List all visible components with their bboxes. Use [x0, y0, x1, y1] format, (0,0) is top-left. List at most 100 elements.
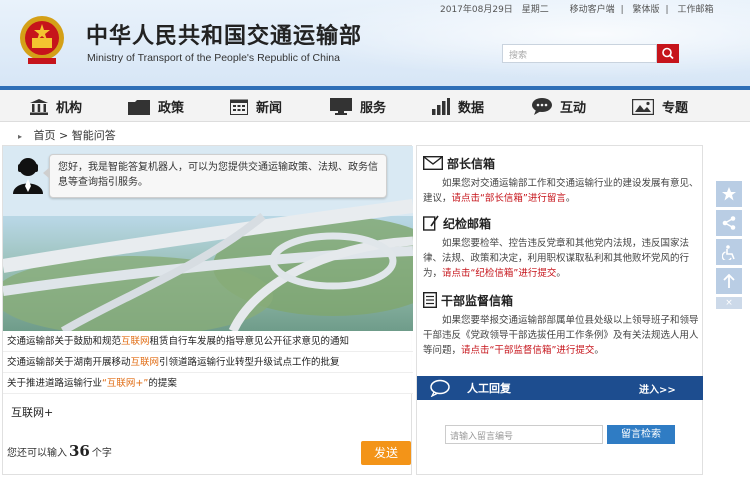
section-title: 纪检邮箱: [423, 214, 701, 232]
traditional-chinese-link[interactable]: 繁体版: [633, 5, 660, 15]
cadre-mailbox-section: 干部监督信箱 如果您要举报交通运输部部属单位县处级以上领导班子和领导干部违反《党…: [423, 291, 701, 358]
discipline-mailbox-section: 纪检邮箱 如果您要检举、控告违反党章和其他党内法规，违反国家法律、法规、政策和决…: [423, 214, 701, 281]
nav-item-topics[interactable]: 专题: [632, 97, 688, 116]
nav-label: 服务: [360, 101, 387, 116]
nav-label: 新闻: [256, 101, 283, 116]
nav-label: 机构: [56, 101, 83, 116]
robot-avatar-icon: [13, 158, 43, 194]
calendar-icon: [230, 99, 248, 115]
site-subtitle: Ministry of Transport of the People's Re…: [87, 52, 340, 64]
minister-mailbox-link[interactable]: 请点击“部长信箱”进行留言: [452, 193, 566, 204]
chat-input[interactable]: 互联网+: [11, 404, 53, 420]
top-links-bar: 2017年08月29日 星期二 移动客户端 | 繁体版 | 工作邮箱: [440, 5, 714, 15]
work-mail-link[interactable]: 工作邮箱: [677, 5, 713, 15]
picture-icon: [632, 98, 654, 115]
suggested-questions: 交通运输部关于鼓励和规范互联网租赁自行车发展的指导意见公开征求意见的通知 交通运…: [3, 331, 413, 394]
robot-greeting-bubble: 您好，我是智能答复机器人，可以为您提供交通运输政策、法规、政务信息等查询指引服务…: [43, 154, 387, 198]
pen-doc-icon: [423, 215, 439, 231]
minister-mailbox-section: 部长信箱 如果您对交通运输部工作和交通运输行业的建设发展有意见、建议，请点击“部…: [423, 154, 701, 206]
breadcrumb-separator: >: [59, 129, 69, 142]
nav-label: 政策: [158, 101, 185, 116]
search-button[interactable]: [657, 44, 679, 63]
breadcrumb-current: 智能问答: [71, 129, 116, 142]
section-title: 部长信箱: [423, 154, 701, 172]
bar-chart-icon: [432, 98, 450, 115]
document-icon: [423, 292, 437, 308]
envelope-icon: [423, 156, 443, 170]
folder-icon: [128, 99, 150, 115]
question-text: 引领道路运输行业转型升级试点工作的批复: [159, 357, 340, 368]
discipline-mailbox-link[interactable]: 请点击“纪检信箱”进行提交: [442, 268, 556, 279]
section-title-text: 干部监督信箱: [441, 293, 514, 308]
share-icon: [722, 216, 736, 230]
breadcrumb-home-link[interactable]: 首页: [34, 129, 56, 142]
nav-label: 互动: [560, 101, 587, 116]
question-keyword: “互联网+”: [102, 378, 149, 389]
section-body-end: 。: [594, 345, 604, 356]
nav-item-data[interactable]: 数据: [432, 97, 484, 116]
nav-item-policy[interactable]: 政策: [128, 97, 184, 116]
site-header: 中华人民共和国交通运输部 Ministry of Transport of th…: [0, 0, 750, 86]
national-emblem-icon: [20, 16, 64, 64]
question-text: 交通运输部关于湖南开展移动: [7, 357, 131, 368]
manual-reply-enter-link[interactable]: 进入>>: [639, 381, 676, 396]
breadcrumb-arrow-icon: ▸: [18, 132, 23, 141]
section-body-end: 。: [565, 193, 576, 204]
nav-label: 数据: [458, 101, 485, 116]
suggested-question[interactable]: 关于推进道路运输行业“互联网+”的提案: [3, 373, 413, 394]
counter-prefix: 您还可以输入: [7, 448, 67, 459]
question-text: 租赁自行车发展的指导意见公开征求意见的通知: [149, 336, 350, 347]
counter-value: 36: [69, 442, 90, 460]
building-icon: [30, 98, 48, 115]
main-nav: 机构 政策 新闻 服务 数据 互动 专题: [0, 90, 750, 122]
section-title: 干部监督信箱: [423, 291, 701, 309]
side-toolbar: ×: [716, 181, 742, 309]
current-weekday: 星期二: [521, 5, 549, 15]
question-keyword: 互联网: [130, 357, 160, 368]
chat-panel: 您好，我是智能答复机器人，可以为您提供交通运输政策、法规、政务信息等查询指引服务…: [2, 145, 413, 475]
nav-item-interaction[interactable]: 互动: [532, 97, 586, 116]
back-to-top-button[interactable]: [716, 268, 742, 294]
speech-bubble-icon: [430, 379, 450, 397]
send-button[interactable]: 发送: [361, 441, 411, 465]
message-search-button[interactable]: 留言检索: [607, 425, 675, 444]
section-body: 如果您对交通运输部工作和交通运输行业的建设发展有意见、建议，请点击“部长信箱”进…: [423, 176, 701, 206]
search-input[interactable]: 搜索: [502, 44, 657, 63]
suggested-question[interactable]: 交通运输部关于湖南开展移动互联网引领道路运输行业转型升级试点工作的批复: [3, 352, 413, 373]
section-title-text: 部长信箱: [447, 156, 496, 171]
suggested-question[interactable]: 交通运输部关于鼓励和规范互联网租赁自行车发展的指导意见公开征求意见的通知: [3, 331, 413, 352]
section-body-end: 。: [556, 268, 566, 279]
highway-photo: 您好，我是智能答复机器人，可以为您提供交通运输政策、法规、政务信息等查询指引服务…: [3, 146, 413, 331]
up-arrow-icon: [723, 274, 735, 288]
share-button[interactable]: [716, 210, 742, 236]
question-text: 交通运输部关于鼓励和规范: [7, 336, 122, 347]
manual-reply-bar: 人工回复 进入>>: [417, 376, 703, 400]
nav-item-institutions[interactable]: 机构: [30, 97, 82, 116]
nav-item-services[interactable]: 服务: [330, 97, 386, 116]
mobile-client-link[interactable]: 移动客户端: [570, 5, 615, 15]
nav-item-news[interactable]: 新闻: [230, 97, 282, 116]
monitor-icon: [330, 98, 352, 115]
counter-suffix: 个字: [91, 448, 112, 459]
mailbox-panel: 部长信箱 如果您对交通运输部工作和交通运输行业的建设发展有意见、建议，请点击“部…: [416, 145, 703, 475]
favorite-button[interactable]: [716, 181, 742, 207]
question-keyword: 互联网: [121, 336, 150, 347]
nav-label: 专题: [662, 101, 689, 116]
manual-reply-title: 人工回复: [467, 382, 511, 395]
toolbar-close-button[interactable]: ×: [716, 297, 742, 309]
section-title-text: 纪检邮箱: [443, 216, 492, 231]
star-icon: [722, 187, 736, 201]
breadcrumb: ▸ 首页 > 智能问答: [18, 127, 116, 143]
accessibility-icon: [722, 244, 735, 260]
current-date: 2017年08月29日: [440, 5, 513, 15]
question-text: 的提案: [148, 378, 177, 389]
search-icon: [662, 47, 674, 60]
char-counter: 您还可以输入 36 个字: [7, 442, 112, 460]
cadre-mailbox-link[interactable]: 请点击“干部监督信箱”进行提交: [461, 345, 594, 356]
section-body: 如果您要检举、控告违反党章和其他党内法规，违反国家法律、法规、政策和决定，利用职…: [423, 236, 701, 281]
accessibility-button[interactable]: [716, 239, 742, 265]
message-number-input[interactable]: 请输入留言编号: [445, 425, 603, 444]
chat-icon: [532, 98, 552, 115]
site-title: 中华人民共和国交通运输部: [86, 24, 363, 49]
question-text: 关于推进道路运输行业: [7, 378, 103, 389]
